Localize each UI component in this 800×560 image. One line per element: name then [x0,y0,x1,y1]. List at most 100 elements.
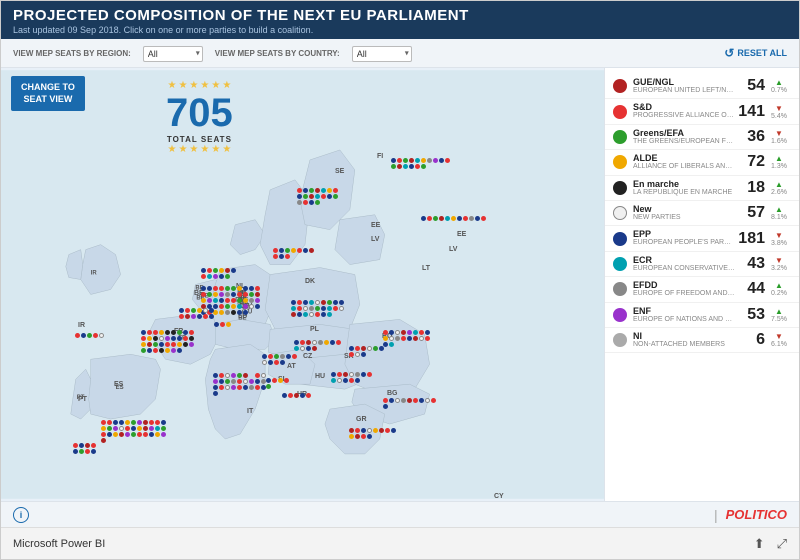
dots-es [101,420,166,443]
dots-ro [383,330,433,347]
party-trend-ENF: ▲ 7.5% [767,307,791,323]
party-fullname-En_marche: LA REPUBLIQUE EN MARCHE [633,189,735,197]
powerbi-expand-icon[interactable]: ⤢ [777,536,787,552]
party-arrow-EPP: ▼ [775,231,783,240]
party-row-EFDD[interactable]: EFDD EUROPE OF FREEDOM AND DIRECT DEMOCR… [605,277,799,302]
country-label-pt: PT [77,395,85,401]
dots-hr [282,393,322,398]
dots-cz [294,340,344,351]
eu-map-svg: PT ES FR IR BE NL NL LU NL LU BE [1,68,604,501]
party-color-Greens_EFA [613,130,627,144]
party-trend-SD: ▼ 5.4% [767,104,791,120]
reset-all-button[interactable]: ↺ RESET ALL [724,46,787,60]
party-row-GUE_NGL[interactable]: GUE/NGL EUROPEAN UNITED LEFT/NORDIC GREE… [605,74,799,99]
total-seats-display: ★★★★★★ 705 TOTAL SEATS ★★★★★★ [166,80,233,155]
party-seats-ECR: 43 [735,255,765,273]
party-color-EFDD [613,282,627,296]
party-info-En_marche: En marche LA REPUBLIQUE EN MARCHE [633,179,735,197]
party-info-NI: NI NON-ATTACHED MEMBERS [633,331,735,349]
stars-bottom: ★★★★★★ [166,144,233,155]
country-label: VIEW MEP SEATS BY COUNTRY: [215,49,340,58]
party-arrow-New: ▲ [775,205,783,214]
dots-hu [331,372,376,383]
party-fullname-New: NEW PARTIES [633,214,735,222]
party-seats-GUE_NGL: 54 [735,77,765,95]
country-label-es: ES [116,385,124,391]
region-select[interactable]: All [143,46,203,62]
party-seats-ENF: 53 [735,306,765,324]
party-name-New: New [633,204,735,214]
party-trend-ALDE: ▲ 1.3% [767,154,791,170]
dots-it [213,373,268,396]
party-row-EPP[interactable]: EPP EUROPEAN PEOPLE'S PARTY GROUP 181 ▼ … [605,226,799,251]
party-arrow-ENF: ▲ [775,307,783,316]
footer-right: | POLITICO [714,507,787,523]
party-pct-ECR: 3.2% [771,265,787,272]
party-row-New[interactable]: New NEW PARTIES 57 ▲ 8.1% [605,201,799,226]
party-color-New [613,206,627,220]
powerbi-share-icon[interactable]: ⬆ [754,536,765,552]
change-to-seat-view-button[interactable]: CHANGE TO SEAT VIEW [11,76,85,111]
party-seats-SD: 141 [735,103,765,121]
party-name-SD: S&D [633,102,735,112]
party-arrow-En_marche: ▲ [775,180,783,189]
party-seats-New: 57 [735,204,765,222]
party-trend-ECR: ▼ 3.2% [767,256,791,272]
country-select[interactable]: All [352,46,412,62]
party-seats-EFDD: 44 [735,280,765,298]
party-name-GUE_NGL: GUE/NGL [633,77,735,87]
svg-text:BE: BE [238,315,246,321]
party-name-NI: NI [633,331,735,341]
dots-at [262,354,302,365]
party-row-En_marche[interactable]: En marche LA REPUBLIQUE EN MARCHE 18 ▲ 2… [605,176,799,201]
dots-ir [75,333,105,338]
party-pct-ENF: 7.5% [771,316,787,323]
country-label-ir: IR [91,271,98,277]
party-name-EPP: EPP [633,229,735,239]
dots-be [179,308,217,319]
party-arrow-ALDE: ▲ [775,154,783,163]
party-name-EFDD: EFDD [633,280,735,290]
party-info-SD: S&D PROGRESSIVE ALLIANCE OF SOCIALISTS A… [633,102,735,120]
dots-se [297,188,342,205]
party-arrow-NI: ▼ [775,332,783,341]
party-row-ECR[interactable]: ECR EUROPEAN CONSERVATIVES AND REFORMIST… [605,252,799,277]
dots-nl [201,268,241,279]
footer-divider: | [714,507,718,523]
party-trend-EFDD: ▲ 0.2% [767,281,791,297]
party-arrow-Greens_EFA: ▼ [775,129,783,138]
party-info-ECR: ECR EUROPEAN CONSERVATIVES AND REFORMIST… [633,255,735,273]
right-panel: GUE/NGL EUROPEAN UNITED LEFT/NORDIC GREE… [604,68,799,501]
dots-sl [266,378,294,389]
info-icon[interactable]: i [13,507,29,523]
dots-sk [349,346,389,357]
party-pct-SD: 5.4% [771,113,787,120]
region-select-wrapper: All [143,44,203,62]
party-trend-NI: ▼ 6.1% [767,332,791,348]
party-pct-New: 8.1% [771,214,787,221]
party-row-ALDE[interactable]: ALDE ALLIANCE OF LIBERALS AND DEMOCRATS … [605,150,799,175]
party-row-ENF[interactable]: ENF EUROPE OF NATIONS AND FREEDOM 53 ▲ 7… [605,303,799,328]
dots-fi [391,158,451,169]
party-fullname-SD: PROGRESSIVE ALLIANCE OF SOCIALISTS AND D… [633,112,735,120]
party-row-Greens_EFA[interactable]: Greens/EFA THE GREENS/EUROPEAN FREE ALLI… [605,125,799,150]
party-name-Greens_EFA: Greens/EFA [633,128,735,138]
party-seats-En_marche: 18 [735,179,765,197]
map-area: CHANGE TO SEAT VIEW ★★★★★★ 705 TOTAL SEA… [1,68,604,501]
party-color-En_marche [613,181,627,195]
reset-label: RESET ALL [737,48,787,58]
powerbi-label: Microsoft Power BI [13,538,105,550]
party-seats-ALDE: 72 [735,153,765,171]
party-fullname-ALDE: ALLIANCE OF LIBERALS AND DEMOCRATS FOR E… [633,163,735,171]
party-info-ALDE: ALDE ALLIANCE OF LIBERALS AND DEMOCRATS … [633,153,735,171]
party-row-NI[interactable]: NI NON-ATTACHED MEMBERS 6 ▼ 6.1% [605,328,799,353]
dots-pt [73,443,98,454]
party-name-ECR: ECR [633,255,735,265]
party-fullname-ECR: EUROPEAN CONSERVATIVES AND REFORMISTS [633,265,735,273]
party-fullname-NI: NON-ATTACHED MEMBERS [633,341,735,349]
party-row-SD[interactable]: S&D PROGRESSIVE ALLIANCE OF SOCIALISTS A… [605,99,799,124]
total-seats-label: TOTAL SEATS [166,135,233,144]
reset-icon: ↺ [724,46,734,60]
party-trend-GUE_NGL: ▲ 0.7% [767,78,791,94]
party-arrow-EFDD: ▲ [775,281,783,290]
